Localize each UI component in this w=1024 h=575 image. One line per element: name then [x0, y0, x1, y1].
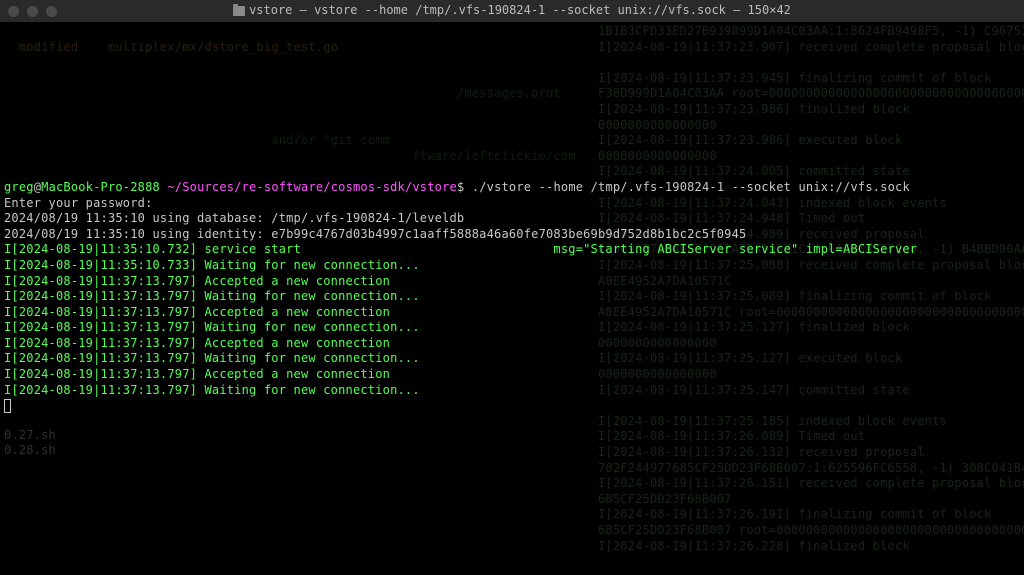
- command-text: ./vstore --home /tmp/.vfs-190824-1 --soc…: [472, 180, 910, 194]
- log-line: 2024/08/19 11:35:10 using identity: e7b9…: [4, 227, 746, 241]
- folder-icon: [233, 6, 245, 16]
- log-line: I[2024-08-19|11:37:13.797] Waiting for n…: [4, 383, 420, 397]
- log-line: I[2024-08-19|11:37:13.797] Accepted a ne…: [4, 336, 390, 350]
- traffic-lights: [8, 6, 57, 17]
- terminal-viewport[interactable]: 1B1B3CFD33ED27B939899D1A04C03AA:1:8624FB…: [0, 22, 1024, 575]
- zoom-icon[interactable]: [46, 6, 57, 17]
- log-line: I[2024-08-19|11:37:13.797] Accepted a ne…: [4, 367, 390, 381]
- terminal-output: greg@MacBook-Pro-2888 ~/Sources/re-softw…: [4, 164, 1020, 429]
- log-line: I[2024-08-19|11:37:13.797] Waiting for n…: [4, 289, 420, 303]
- cursor: [4, 399, 11, 413]
- log-line: 2024/08/19 11:35:10 using database: /tmp…: [4, 211, 464, 225]
- minimize-icon[interactable]: [27, 6, 38, 17]
- close-icon[interactable]: [8, 6, 19, 17]
- window-title: vstore — vstore --home /tmp/.vfs-190824-…: [0, 3, 1024, 19]
- log-line: I[2024-08-19|11:35:10.733] Waiting for n…: [4, 258, 420, 272]
- log-line: I[2024-08-19|11:37:13.797] Waiting for n…: [4, 320, 420, 334]
- log-line: I[2024-08-19|11:37:13.797] Accepted a ne…: [4, 305, 390, 319]
- log-line: I[2024-08-19|11:37:13.797] Accepted a ne…: [4, 274, 390, 288]
- titlebar: vstore — vstore --home /tmp/.vfs-190824-…: [0, 0, 1024, 22]
- log-line: Enter your password:: [4, 196, 153, 210]
- log-line: I[2024-08-19|11:35:10.732] service start…: [4, 242, 917, 256]
- log-line: I[2024-08-19|11:37:13.797] Waiting for n…: [4, 351, 420, 365]
- shell-prompt: greg@MacBook-Pro-2888 ~/Sources/re-softw…: [4, 180, 910, 194]
